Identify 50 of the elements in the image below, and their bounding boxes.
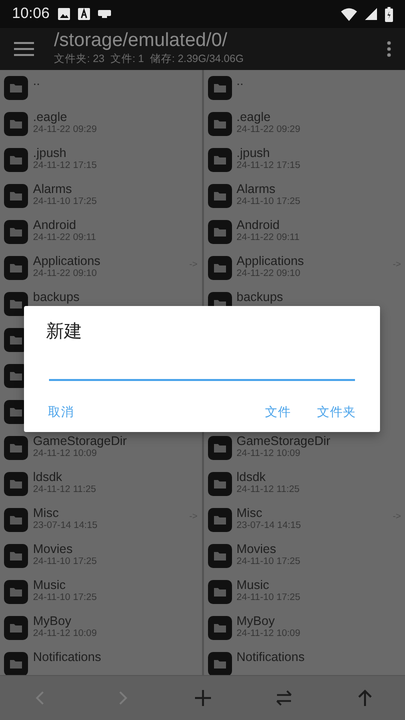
dialog-action-button[interactable]: 取消 bbox=[46, 403, 76, 422]
text-icon bbox=[78, 8, 90, 20]
file-name: Movies bbox=[33, 542, 74, 556]
file-name: .jpush bbox=[236, 146, 271, 160]
path-title: /storage/emulated/0/ bbox=[54, 30, 228, 52]
file-name: MyBoy bbox=[236, 614, 276, 628]
file-name: GameStorageDir bbox=[33, 434, 127, 448]
file-name: Movies bbox=[236, 542, 278, 556]
file-name: Music bbox=[236, 578, 270, 592]
dialog-title: 新建 bbox=[46, 320, 83, 343]
file-name: Notifications bbox=[236, 650, 305, 664]
wifi-icon bbox=[341, 8, 357, 20]
file-name: Music bbox=[33, 578, 67, 592]
file-name: MyBoy bbox=[33, 614, 72, 628]
file-name: .eagle bbox=[33, 110, 68, 124]
file-name: .. bbox=[236, 74, 244, 88]
file-name: Applications bbox=[33, 254, 100, 268]
signal-icon bbox=[365, 8, 377, 20]
file-name: GameStorageDir bbox=[236, 434, 330, 448]
file-name: ldsdk bbox=[236, 470, 267, 484]
link-mark: -> bbox=[392, 258, 401, 271]
link-mark: -> bbox=[189, 258, 198, 271]
link-mark: -> bbox=[392, 510, 401, 523]
file-name: Misc bbox=[33, 506, 60, 520]
dialog-action-button[interactable]: 文件夹 bbox=[315, 403, 358, 422]
file-name: .. bbox=[33, 74, 40, 88]
dialog-action-button[interactable]: 文件 bbox=[263, 403, 293, 422]
add-icon[interactable] bbox=[192, 688, 212, 708]
image-icon bbox=[58, 8, 70, 20]
file-name: Applications bbox=[236, 254, 304, 268]
menu-icon[interactable] bbox=[14, 42, 34, 56]
file-name: backups bbox=[33, 290, 80, 304]
file-name: Alarms bbox=[33, 182, 73, 196]
file-name: Android bbox=[33, 218, 78, 232]
folder-icon[interactable] bbox=[4, 292, 28, 316]
file-name: Notifications bbox=[33, 650, 102, 664]
file-name: backups bbox=[236, 290, 284, 304]
clock-time: 10:06 bbox=[12, 4, 50, 24]
file-name: Misc bbox=[236, 506, 264, 520]
link-mark: -> bbox=[189, 510, 198, 523]
storage-summary: 文件夹: 23 文件: 1 储存: 2.39G/34.06G bbox=[54, 52, 245, 67]
swap-icon[interactable] bbox=[274, 688, 294, 708]
file-name: Android bbox=[236, 218, 281, 232]
keyboard-icon bbox=[98, 10, 111, 18]
file-name: ldsdk bbox=[33, 470, 64, 484]
file-name: .eagle bbox=[236, 110, 272, 124]
more-icon[interactable] bbox=[387, 41, 391, 57]
file-name: .jpush bbox=[33, 146, 68, 160]
battery-icon bbox=[385, 6, 393, 22]
file-name: Alarms bbox=[236, 182, 276, 196]
